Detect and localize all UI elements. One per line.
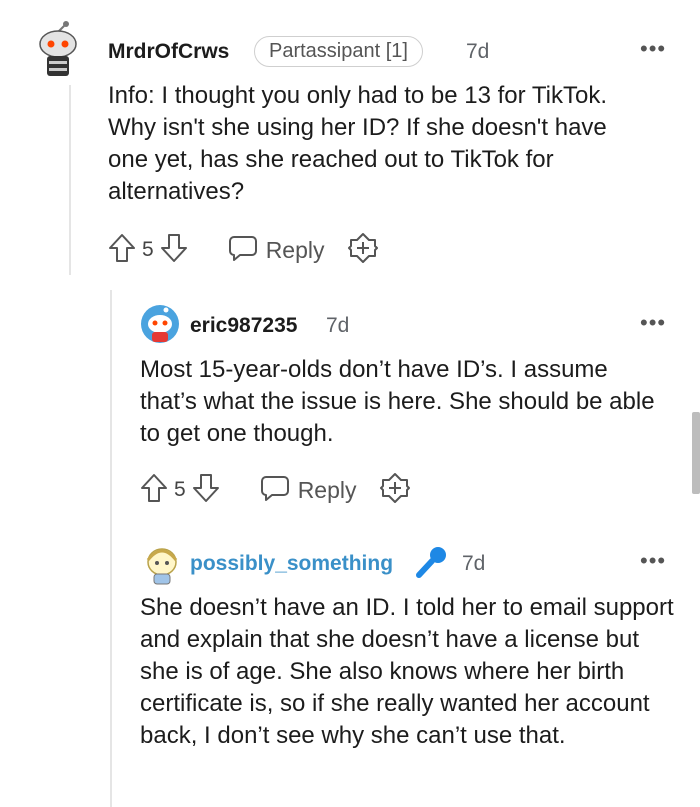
- reply-button[interactable]: Reply: [228, 234, 325, 267]
- user-flair: Partassipant [1]: [254, 36, 423, 67]
- snoo-avatar-icon: [39, 21, 77, 76]
- upvote-icon[interactable]: [140, 473, 168, 508]
- reply-label: Reply: [297, 476, 357, 503]
- comment-body: She doesn’t have an ID. I told her to em…: [140, 594, 674, 749]
- reply-button[interactable]: Reply: [260, 474, 357, 507]
- speech-bubble-icon: [260, 474, 290, 507]
- timestamp: 7d: [466, 40, 490, 63]
- reply-label: Reply: [265, 236, 325, 263]
- downvote-icon[interactable]: [160, 233, 188, 268]
- upvote-icon[interactable]: [108, 233, 136, 268]
- username[interactable]: possibly_something: [190, 552, 393, 576]
- more-options-icon[interactable]: •••: [640, 38, 666, 60]
- more-options-icon[interactable]: •••: [640, 312, 666, 334]
- award-icon[interactable]: [347, 232, 379, 269]
- username[interactable]: eric987235: [190, 314, 297, 338]
- speech-bubble-icon: [228, 234, 258, 267]
- avatar[interactable]: [140, 304, 180, 344]
- vote-count: 5: [174, 478, 186, 501]
- timestamp: 7d: [326, 314, 350, 337]
- avatar[interactable]: [34, 18, 82, 80]
- award-icon[interactable]: [379, 472, 411, 509]
- avatar[interactable]: [144, 544, 180, 586]
- comment-actions: 5 Reply: [108, 232, 379, 268]
- snoo-avatar-icon: [141, 305, 179, 343]
- downvote-icon[interactable]: [192, 473, 220, 508]
- comment-2: eric987235 7d ••• Most 15-year-olds don’…: [0, 290, 700, 530]
- comment-body: Info: I thought you only had to be 13 fo…: [108, 82, 607, 205]
- vote-count: 5: [142, 238, 154, 261]
- comment-body: Most 15-year-olds don’t have ID’s. I ass…: [140, 356, 655, 447]
- username[interactable]: MrdrOfCrws: [108, 40, 229, 64]
- snoo-avatar-icon: [146, 548, 178, 585]
- more-options-icon[interactable]: •••: [640, 550, 666, 572]
- comment-1: MrdrOfCrws Partassipant [1] 7d ••• Info:…: [0, 0, 700, 290]
- comment-actions: 5 Reply: [140, 472, 411, 508]
- microphone-icon: [414, 544, 450, 585]
- timestamp: 7d: [462, 552, 486, 575]
- comment-3: possibly_something 7d ••• She doesn’t ha…: [0, 530, 700, 807]
